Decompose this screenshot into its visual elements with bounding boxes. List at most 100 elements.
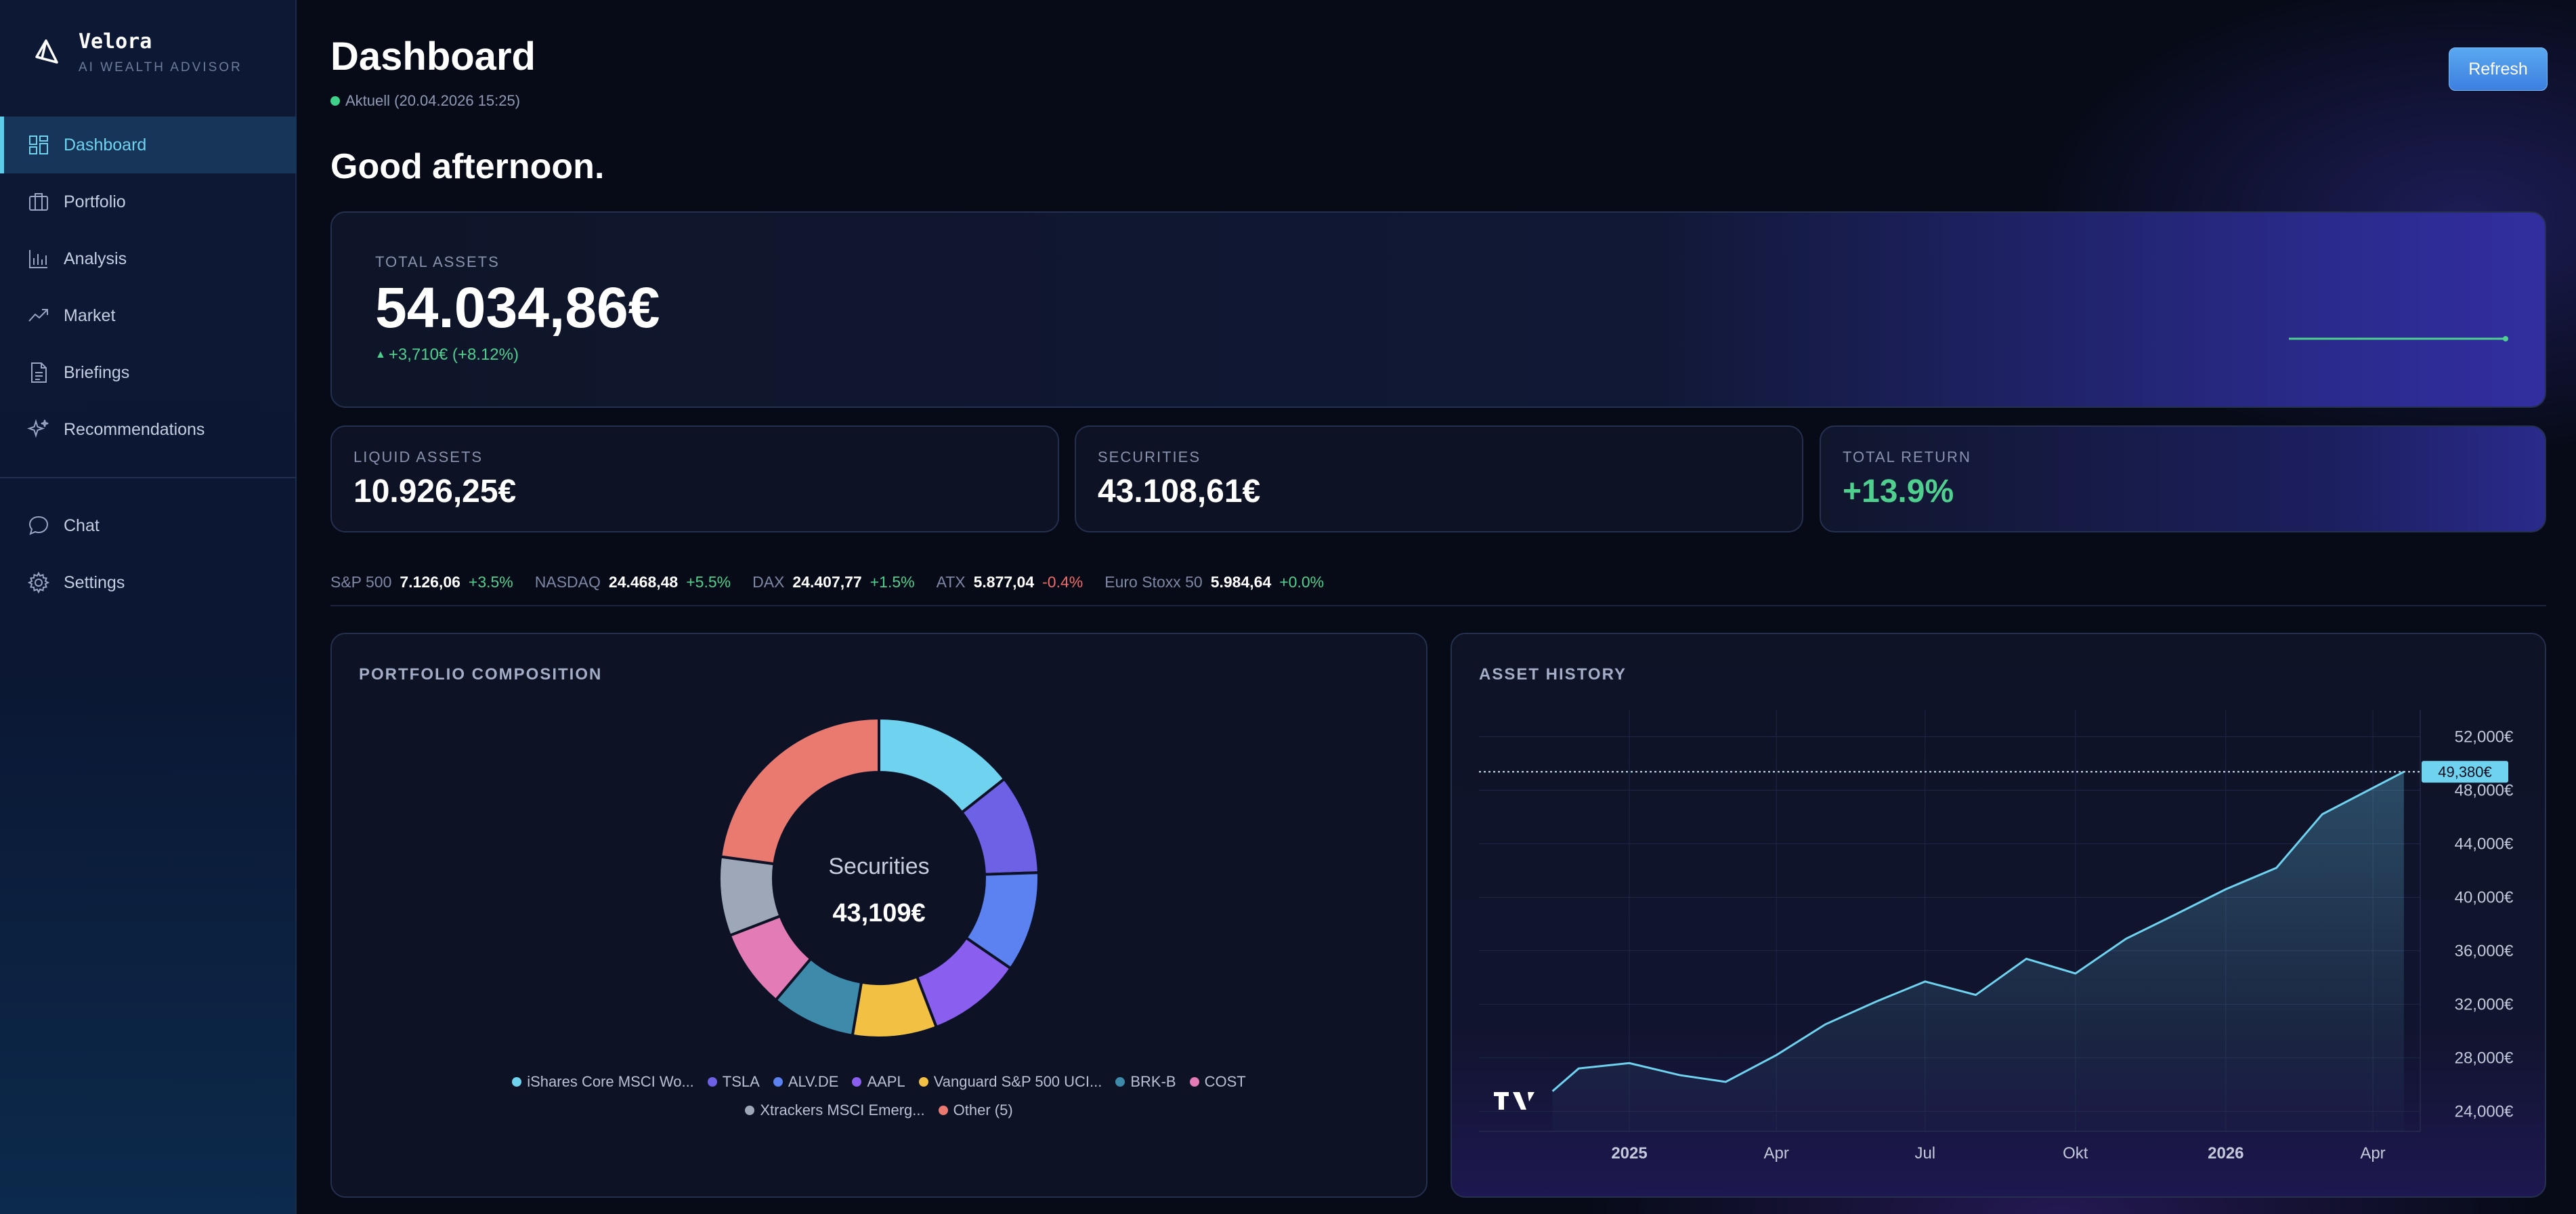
chat-icon xyxy=(28,516,49,535)
sidebar-item-market[interactable]: Market xyxy=(0,287,297,344)
legend-swatch xyxy=(938,1106,948,1115)
sidebar-item-settings[interactable]: Settings xyxy=(0,554,297,611)
stat-label: LIQUID ASSETS xyxy=(353,448,484,465)
legend-row: iShares Core MSCI Wo... TSLA ALV.DE AAPL Van… xyxy=(332,1073,1426,1091)
bar-chart-icon xyxy=(29,250,47,268)
document-icon xyxy=(31,362,47,383)
sidebar-item-label: Chat xyxy=(64,516,100,535)
stat-value: 10.926,25€ xyxy=(353,474,517,509)
legend-item[interactable]: COST xyxy=(1189,1073,1246,1091)
legend-item[interactable]: Xtrackers MSCI Emerg... xyxy=(745,1102,925,1119)
ticker-name: DAX xyxy=(752,573,785,591)
refresh-button[interactable]: Refresh xyxy=(2449,47,2548,91)
sidebar-item-label: Recommendations xyxy=(64,419,205,439)
y-tick-label: 44,000€ xyxy=(2455,835,2514,853)
sidebar-item-label: Dashboard xyxy=(64,135,147,154)
legend-swatch xyxy=(852,1077,862,1087)
tradingview-logo-icon xyxy=(1494,1092,1534,1110)
ticker-item[interactable]: NASDAQ 24.468,48 +5.5% xyxy=(535,573,731,591)
legend-item[interactable]: ALV.DE xyxy=(773,1073,838,1091)
legend-label: AAPL xyxy=(867,1073,905,1090)
stat-label: TOTAL RETURN xyxy=(1843,448,1971,465)
donut-chart: Securities 43,109€ xyxy=(718,716,1040,1039)
stat-label: SECURITIES xyxy=(1098,448,1201,465)
status-dot-icon xyxy=(330,96,340,106)
securities-card[interactable]: SECURITIES 43.108,61€ xyxy=(1075,425,1803,532)
y-tick-label: 24,000€ xyxy=(2455,1102,2514,1121)
y-tick-label: 36,000€ xyxy=(2455,942,2514,960)
current-value-text: 49,380€ xyxy=(2438,763,2492,780)
grid-icon xyxy=(29,135,48,154)
sidebar-item-chat[interactable]: Chat xyxy=(0,497,297,554)
portfolio-composition-panel: PORTFOLIO COMPOSITION Securities 43,109€… xyxy=(330,633,1427,1198)
sidebar-item-portfolio[interactable]: Portfolio xyxy=(0,173,297,230)
status-text: Aktuell (20.04.2026 15:25) xyxy=(345,92,521,109)
sidebar-item-label: Portfolio xyxy=(64,192,126,211)
total-return-card[interactable]: TOTAL RETURN +13.9% xyxy=(1820,425,2546,532)
ticker-name: S&P 500 xyxy=(330,573,392,591)
ticker-change: +5.5% xyxy=(686,573,731,591)
brand[interactable]: Velora AI WEALTH ADVISOR xyxy=(30,30,242,75)
main-content: Dashboard Aktuell (20.04.2026 15:25) Ref… xyxy=(298,0,2576,1214)
ticker-name: NASDAQ xyxy=(534,573,601,591)
sidebar-item-label: Briefings xyxy=(64,362,130,382)
ticker-item[interactable]: S&P 500 7.126,06 +3.5% xyxy=(330,573,513,591)
asset-history-chart[interactable]: 52,000€ 48,000€ 44,000€ 40,000€ 36,000€ 32,00… xyxy=(1452,634,2545,1196)
ticker-change: -0.4% xyxy=(1042,573,1083,591)
total-assets-value: 54.034,86€ xyxy=(375,276,660,339)
stat-value: +13.9% xyxy=(1843,474,1954,509)
sidebar: Velora AI WEALTH ADVISOR Dashboard Portf… xyxy=(0,0,297,1214)
legend-label: Xtrackers MSCI Emerg... xyxy=(760,1102,925,1118)
y-tick-label: 52,000€ xyxy=(2455,728,2514,746)
legend-item[interactable]: BRK-B xyxy=(1115,1073,1176,1091)
sidebar-item-label: Market xyxy=(64,306,116,325)
asset-history-panel: ASSET HISTORY 52,000€ 48,000€ 44,000€ 40,00… xyxy=(1451,633,2546,1198)
x-tick-label: 2026 xyxy=(2208,1144,2244,1163)
ticker-name: ATX xyxy=(936,573,966,591)
ticker-change: +3.5% xyxy=(468,573,513,591)
ticker-price: 5.877,04 xyxy=(973,573,1035,591)
sidebar-item-analysis[interactable]: Analysis xyxy=(0,230,297,287)
sidebar-item-label: Analysis xyxy=(64,249,127,268)
legend-item[interactable]: iShares Core MSCI Wo... xyxy=(512,1073,694,1091)
legend-swatch xyxy=(1189,1077,1199,1087)
donut-slice[interactable] xyxy=(718,716,880,866)
ticker-item[interactable]: ATX 5.877,04 -0.4% xyxy=(937,573,1083,591)
sidebar-item-recommendations[interactable]: Recommendations xyxy=(0,401,297,458)
ticker-price: 24.407,77 xyxy=(792,573,862,591)
legend-row: Xtrackers MSCI Emerg... Other (5) xyxy=(332,1102,1426,1119)
y-tick-label: 32,000€ xyxy=(2455,995,2514,1013)
ticker-item[interactable]: Euro Stoxx 50 5.984,64 +0.0% xyxy=(1104,573,1324,591)
legend-label: BRK-B xyxy=(1130,1073,1176,1090)
sidebar-item-briefings[interactable]: Briefings xyxy=(0,344,297,401)
total-assets-card[interactable]: TOTAL ASSETS 54.034,86€ ▲ +3,710€ (+8.12… xyxy=(330,211,2546,408)
legend-item[interactable]: AAPL xyxy=(852,1073,905,1091)
y-tick-label: 40,000€ xyxy=(2455,888,2514,906)
legend-item[interactable]: Other (5) xyxy=(938,1102,1013,1119)
market-ticker: S&P 500 7.126,06 +3.5% NASDAQ 24.468,48 … xyxy=(330,573,1346,591)
stat-value: 43.108,61€ xyxy=(1098,474,1261,509)
up-arrow-icon: ▲ xyxy=(375,349,386,360)
status-indicator: Aktuell (20.04.2026 15:25) xyxy=(330,92,520,110)
page-title: Dashboard xyxy=(330,35,536,79)
brand-name: Velora xyxy=(79,30,152,54)
sparkline-end-dot xyxy=(2503,336,2508,341)
legend-item[interactable]: Vanguard S&P 500 UCI... xyxy=(918,1073,1102,1091)
panel-title: PORTFOLIO COMPOSITION xyxy=(359,665,603,684)
legend-swatch xyxy=(745,1106,755,1115)
x-tick-label: Apr xyxy=(2360,1144,2385,1163)
velora-logo-icon xyxy=(35,39,58,64)
legend-item[interactable]: TSLA xyxy=(707,1073,760,1091)
ticker-price: 24.468,48 xyxy=(608,573,679,591)
total-assets-change: ▲ +3,710€ (+8.12%) xyxy=(375,346,519,364)
ticker-item[interactable]: DAX 24.407,77 +1.5% xyxy=(752,573,914,591)
ticker-divider xyxy=(330,605,2546,606)
x-tick-label: Jul xyxy=(1914,1144,1935,1163)
ticker-change: +1.5% xyxy=(870,573,915,591)
main-nav: Dashboard Portfolio Analysis Market Brie… xyxy=(0,117,297,611)
ticker-price: 5.984,64 xyxy=(1210,573,1272,591)
area-fill xyxy=(1552,772,2404,1131)
liquid-assets-card[interactable]: LIQUID ASSETS 10.926,25€ xyxy=(330,425,1059,532)
donut-center-label: Securities xyxy=(828,854,929,879)
sidebar-item-dashboard[interactable]: Dashboard xyxy=(0,117,297,173)
